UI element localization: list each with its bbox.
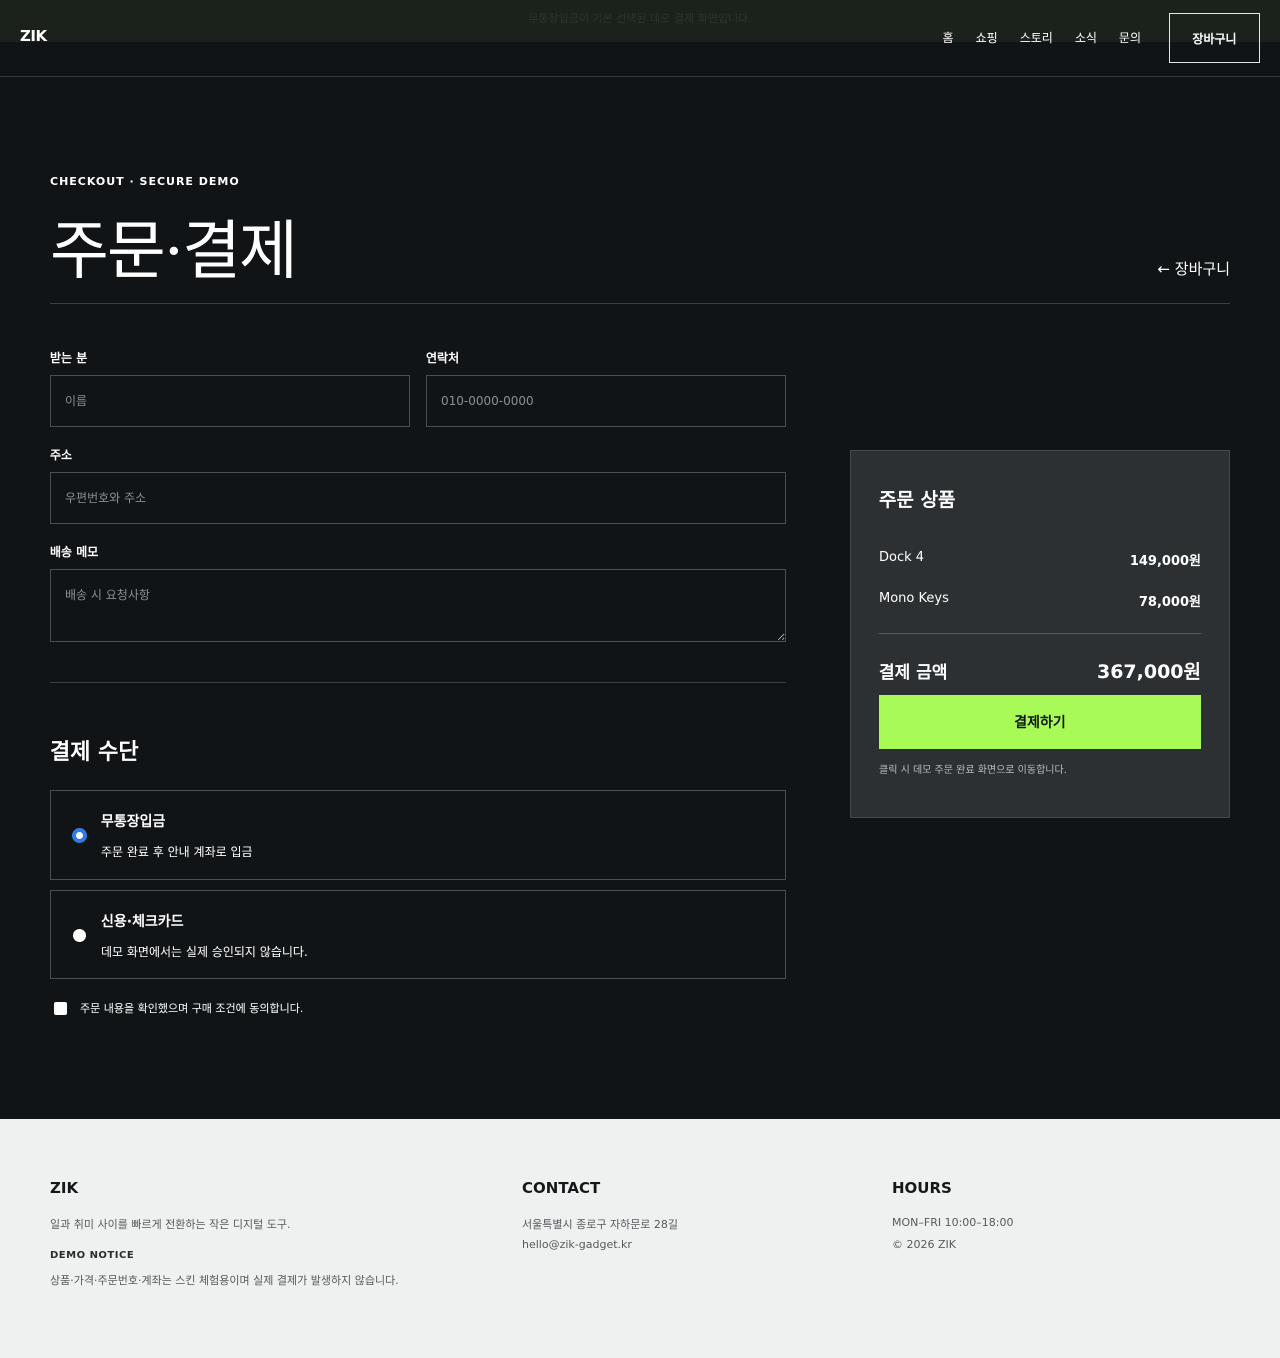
footer-notice-title: DEMO NOTICE [50,1250,135,1261]
address-label: 주소 [50,448,73,462]
summary-divider [879,633,1201,634]
payment-option-desc: 주문 완료 후 안내 계좌로 입금 [101,845,253,859]
bank-radio[interactable] [73,829,86,842]
footer-notice-text: 상품·가격·주문번호·계좌는 스킨 체험용이며 실제 결제가 발생하지 않습니다… [50,1274,399,1287]
footer-hours-title: HOURS [892,1179,952,1197]
nav-shop[interactable]: 쇼핑 [976,29,998,46]
footer-brand: ZIK [50,1179,79,1197]
nav-story[interactable]: 스토리 [1020,29,1053,46]
summary-title: 주문 상품 [879,489,956,511]
footer-tagline: 일과 취미 사이를 빠르게 전환하는 작은 디지털 도구. [50,1218,291,1231]
footer-address: 서울특별시 종로구 자하문로 28길 [522,1218,679,1231]
cart-button[interactable]: 장바구니 [1169,13,1260,63]
memo-textarea[interactable] [50,569,786,642]
logo[interactable]: ZIK [20,27,47,45]
page-title: 주문·결제 [50,215,298,289]
footer-email[interactable]: hello@zik-gadget.kr [522,1238,632,1251]
name-input[interactable] [50,375,410,427]
footer-copyright: © 2026 ZIK [892,1238,956,1251]
total-label: 결제 금액 [879,663,948,683]
address-input[interactable] [50,472,786,524]
page-eyebrow: CHECKOUT · SECURE DEMO [50,175,240,188]
pay-note: 클릭 시 데모 주문 완료 화면으로 이동합니다. [879,765,1067,776]
nav-home[interactable]: 홈 [943,29,954,46]
order-summary-panel: 주문 상품 Dock 4 149,000원 Mono Keys 78,000원 … [850,450,1230,818]
item-price: 78,000원 [1138,595,1201,610]
summary-item: Mono Keys 78,000원 [879,591,1201,610]
name-label: 받는 분 [50,351,88,365]
agree-checkbox[interactable] [54,1002,67,1015]
payment-option-card[interactable]: 신용·체크카드 데모 화면에서는 실제 승인되지 않습니다. [50,890,786,979]
phone-input[interactable] [426,375,786,427]
phone-label: 연락처 [426,351,460,365]
back-to-cart-link[interactable]: ← 장바구니 [1157,258,1230,279]
card-radio[interactable] [73,929,86,942]
item-name: Dock 4 [879,550,925,565]
item-name: Mono Keys [879,591,949,606]
payment-option-bank[interactable]: 무통장입금 주문 완료 후 안내 계좌로 입금 [50,790,786,880]
main-nav: 홈 쇼핑 스토리 소식 문의 [943,29,1141,46]
payment-option-desc: 데모 화면에서는 실제 승인되지 않습니다. [101,945,308,959]
nav-contact[interactable]: 문의 [1119,29,1141,46]
nav-news[interactable]: 소식 [1075,29,1097,46]
title-divider [50,303,1230,304]
total-row: 결제 금액 367,000원 [879,657,1201,684]
form-divider [50,682,786,683]
footer-hours: MON–FRI 10:00–18:00 [892,1216,1014,1229]
site-header: ZIK 홈 쇼핑 스토리 소식 문의 장바구니 [0,0,1280,77]
pay-button[interactable]: 결제하기 [879,695,1201,749]
payment-title: 결제 수단 [50,740,139,765]
footer-contact-title: CONTACT [522,1179,601,1197]
payment-option-name: 무통장입금 [101,814,166,830]
summary-item: Dock 4 149,000원 [879,550,1201,569]
memo-label: 배송 메모 [50,545,99,559]
payment-option-name: 신용·체크카드 [101,914,184,930]
total-value: 367,000원 [1096,661,1201,683]
agree-label: 주문 내용을 확인했으며 구매 조건에 동의합니다. [80,1002,304,1015]
item-price: 149,000원 [1129,554,1201,569]
site-footer: ZIK 일과 취미 사이를 빠르게 전환하는 작은 디지털 도구. DEMO N… [0,1119,1280,1358]
